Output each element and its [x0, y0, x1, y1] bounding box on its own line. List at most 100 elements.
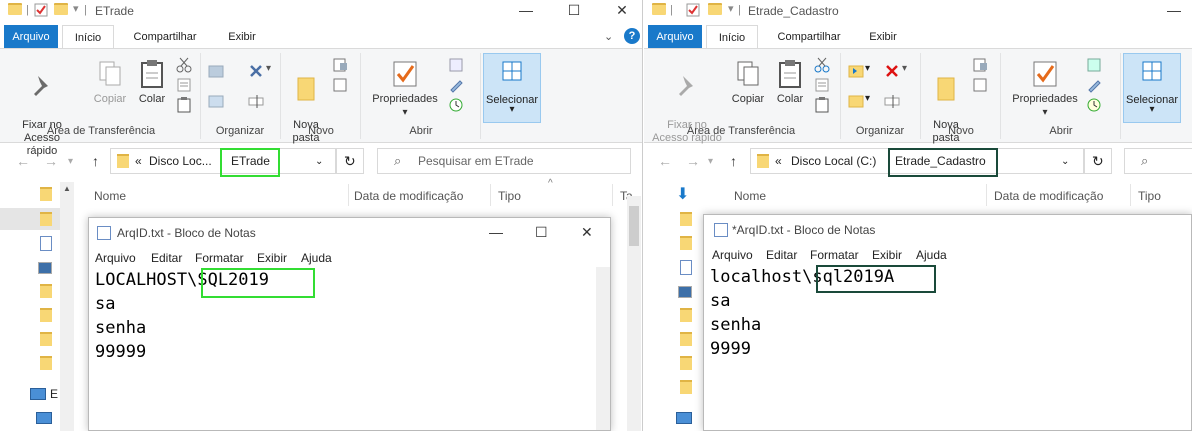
nav-folder-icon[interactable]	[40, 308, 52, 322]
address-dropdown-icon[interactable]: ⌄	[1061, 156, 1069, 167]
back-arrow-icon[interactable]: ←	[16, 153, 30, 169]
open-icon[interactable]	[1086, 57, 1102, 73]
refresh-button[interactable]: ↻	[1084, 148, 1112, 174]
download-arrow-icon[interactable]: ⬇	[676, 184, 689, 204]
search-box[interactable]: ⌕	[1124, 148, 1192, 174]
nav-folder-icon[interactable]	[40, 356, 52, 370]
help-icon[interactable]: ?	[624, 28, 640, 44]
properties-check-icon[interactable]	[34, 3, 48, 17]
nav-item-truncated[interactable]: E	[50, 387, 58, 401]
nav-folder-icon[interactable]	[40, 212, 52, 226]
nav-folder-icon[interactable]	[680, 212, 692, 226]
rename-icon[interactable]	[248, 93, 264, 109]
delete-icon[interactable]	[884, 63, 900, 79]
file-list-scrollbar[interactable]	[627, 196, 641, 431]
easy-access-icon[interactable]	[332, 77, 348, 93]
menu-exibir[interactable]: Exibir	[872, 248, 902, 262]
menu-ajuda[interactable]: Ajuda	[301, 251, 332, 265]
nav-document-icon[interactable]	[40, 236, 52, 251]
minimize-button[interactable]: —	[489, 224, 503, 240]
nav-folder-icon[interactable]	[40, 284, 52, 298]
new-item-icon[interactable]	[972, 57, 988, 73]
history-icon[interactable]	[448, 97, 464, 113]
nav-folder-icon[interactable]	[40, 187, 52, 201]
address-overflow[interactable]: «	[775, 154, 782, 168]
column-header-date[interactable]: Data de modificação	[994, 189, 1103, 203]
paste-button[interactable]: Colar	[134, 59, 170, 106]
column-divider[interactable]	[348, 184, 349, 206]
column-divider[interactable]	[986, 184, 987, 206]
copy-path-icon[interactable]	[176, 77, 192, 93]
nav-drive-icon[interactable]	[36, 412, 52, 424]
menu-arquivo[interactable]: Arquivo	[712, 248, 753, 262]
qa-dropdown-icon[interactable]: ▾	[73, 2, 79, 15]
tab-arquivo[interactable]: Arquivo	[4, 25, 58, 49]
copy-button[interactable]: Copiar	[728, 59, 768, 106]
maximize-button[interactable]: ☐	[554, 0, 594, 22]
nav-folder-icon[interactable]	[40, 332, 52, 346]
nav-folder-icon[interactable]	[680, 236, 692, 250]
collapse-ribbon-icon[interactable]: ⌄	[604, 30, 613, 43]
cut-icon[interactable]	[176, 57, 192, 73]
nav-folder-icon[interactable]	[680, 308, 692, 322]
nav-folder-icon[interactable]	[680, 356, 692, 370]
copy-path-icon[interactable]	[814, 77, 830, 93]
address-segment-disk[interactable]: Disco Local (C:)	[791, 154, 876, 168]
recent-dropdown-icon[interactable]: ▾	[68, 156, 73, 167]
up-arrow-icon[interactable]: ↑	[92, 153, 99, 169]
easy-access-icon[interactable]	[972, 77, 988, 93]
paste-shortcut-icon[interactable]	[814, 97, 830, 113]
delete-dropdown-icon[interactable]: ▾	[902, 63, 907, 74]
copy-to-dropdown-icon[interactable]: ▾	[865, 93, 870, 104]
select-button[interactable]: Selecionar ▾	[483, 53, 541, 123]
notepad-text-area[interactable]: LOCALHOST\SQL2019 sa senha 99999	[89, 268, 610, 430]
delete-icon[interactable]	[248, 63, 264, 79]
column-divider[interactable]	[490, 184, 491, 206]
menu-formatar[interactable]: Formatar	[195, 251, 244, 265]
menu-exibir[interactable]: Exibir	[257, 251, 287, 265]
scroll-up-icon[interactable]: ▲	[63, 184, 71, 193]
tab-arquivo[interactable]: Arquivo	[648, 25, 702, 49]
column-divider[interactable]	[612, 184, 613, 206]
properties-dropdown-icon[interactable]: ▾	[402, 107, 407, 118]
properties-dropdown-icon[interactable]: ▾	[1042, 107, 1047, 118]
paste-shortcut-icon[interactable]	[176, 97, 192, 113]
move-to-icon[interactable]	[208, 63, 224, 79]
close-button[interactable]: ✕	[581, 224, 593, 241]
column-header-type[interactable]: Tipo	[1138, 189, 1161, 203]
minimize-button[interactable]: —	[1154, 0, 1192, 22]
close-button[interactable]: ✕	[602, 0, 642, 22]
edit-icon[interactable]	[1086, 77, 1102, 93]
up-arrow-icon[interactable]: ↑	[730, 153, 737, 169]
forward-arrow-icon[interactable]: →	[44, 153, 58, 169]
recent-dropdown-icon[interactable]: ▾	[708, 156, 713, 167]
properties-button[interactable]: Propriedades ▾	[1008, 59, 1082, 119]
menu-arquivo[interactable]: Arquivo	[95, 251, 136, 265]
address-overflow[interactable]: «	[135, 154, 142, 168]
new-folder-icon[interactable]	[708, 3, 722, 15]
address-segment-disk[interactable]: Disco Loc...	[149, 154, 212, 168]
minimize-button[interactable]: —	[506, 0, 546, 22]
cut-icon[interactable]	[814, 57, 830, 73]
select-button[interactable]: Selecionar ▾	[1123, 53, 1181, 123]
move-to-icon[interactable]	[848, 63, 864, 79]
nav-image-icon[interactable]	[678, 286, 692, 298]
tab-inicio[interactable]: Início	[706, 25, 758, 49]
edit-icon[interactable]	[448, 77, 464, 93]
copy-to-icon[interactable]	[208, 93, 224, 109]
tab-exibir[interactable]: Exibir	[218, 25, 266, 49]
notepad-scrollbar[interactable]	[596, 267, 610, 430]
nav-folder-icon[interactable]	[680, 332, 692, 346]
search-box[interactable]: ⌕ Pesquisar em ETrade	[377, 148, 631, 174]
forward-arrow-icon[interactable]: →	[686, 153, 700, 169]
properties-button[interactable]: Propriedades ▾	[368, 59, 442, 119]
menu-editar[interactable]: Editar	[151, 251, 182, 265]
tab-compartilhar[interactable]: Compartilhar	[124, 25, 206, 49]
copy-to-icon[interactable]	[848, 93, 864, 109]
history-icon[interactable]	[1086, 97, 1102, 113]
menu-formatar[interactable]: Formatar	[810, 248, 859, 262]
tab-compartilhar[interactable]: Compartilhar	[768, 25, 850, 49]
nav-document-icon[interactable]	[680, 260, 692, 275]
paste-button[interactable]: Colar	[772, 59, 808, 106]
new-item-icon[interactable]	[332, 57, 348, 73]
